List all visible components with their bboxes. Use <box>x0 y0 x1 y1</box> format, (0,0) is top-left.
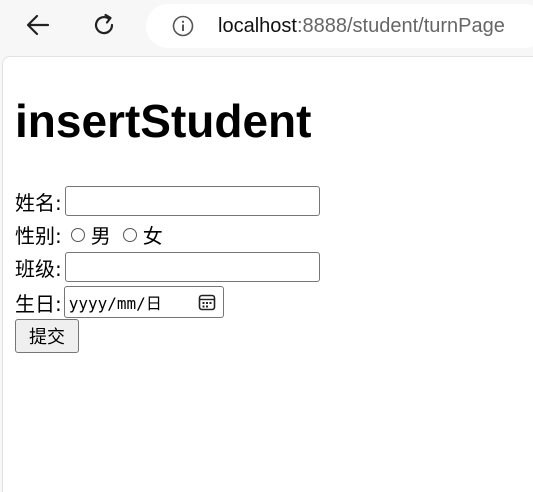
refresh-button[interactable] <box>87 10 121 44</box>
birthday-label: 生日: <box>15 291 62 316</box>
gender-male-label: 男 <box>90 224 111 248</box>
birthday-row: 生日: yyyy/mm/日 <box>15 286 224 318</box>
gender-row: 性别: 男 女 <box>15 220 167 249</box>
birthday-date-input[interactable]: yyyy/mm/日 <box>63 286 224 318</box>
refresh-icon <box>91 12 117 42</box>
submit-button[interactable]: 提交 <box>15 319 79 353</box>
url-host: localhost <box>218 14 297 37</box>
back-button[interactable] <box>21 10 55 44</box>
birthday-placeholder: yyyy/mm/日 <box>68 294 162 313</box>
page-content: insertStudent 姓名: 性别: 男 女 班级: 生日: yyyy/m… <box>2 56 533 492</box>
gender-label: 性别: <box>15 224 62 248</box>
calendar-icon[interactable] <box>198 293 216 311</box>
gender-male-radio[interactable] <box>70 227 85 242</box>
name-row: 姓名: <box>15 186 320 216</box>
gender-female-label: 女 <box>142 224 163 248</box>
gender-female-radio[interactable] <box>122 227 137 242</box>
url-text: localhost:8888/student/turnPage <box>218 15 505 38</box>
arrow-left-icon <box>25 12 51 42</box>
page-title: insertStudent <box>15 95 312 147</box>
browser-toolbar: localhost:8888/student/turnPage <box>0 0 533 54</box>
info-icon[interactable] <box>172 15 194 37</box>
class-input[interactable] <box>64 252 320 282</box>
url-path: :8888/student/turnPage <box>296 14 505 37</box>
class-row: 班级: <box>15 252 320 282</box>
name-label: 姓名: <box>15 190 62 215</box>
name-input[interactable] <box>64 186 320 216</box>
class-label: 班级: <box>15 256 62 281</box>
address-bar[interactable]: localhost:8888/student/turnPage <box>146 4 533 48</box>
